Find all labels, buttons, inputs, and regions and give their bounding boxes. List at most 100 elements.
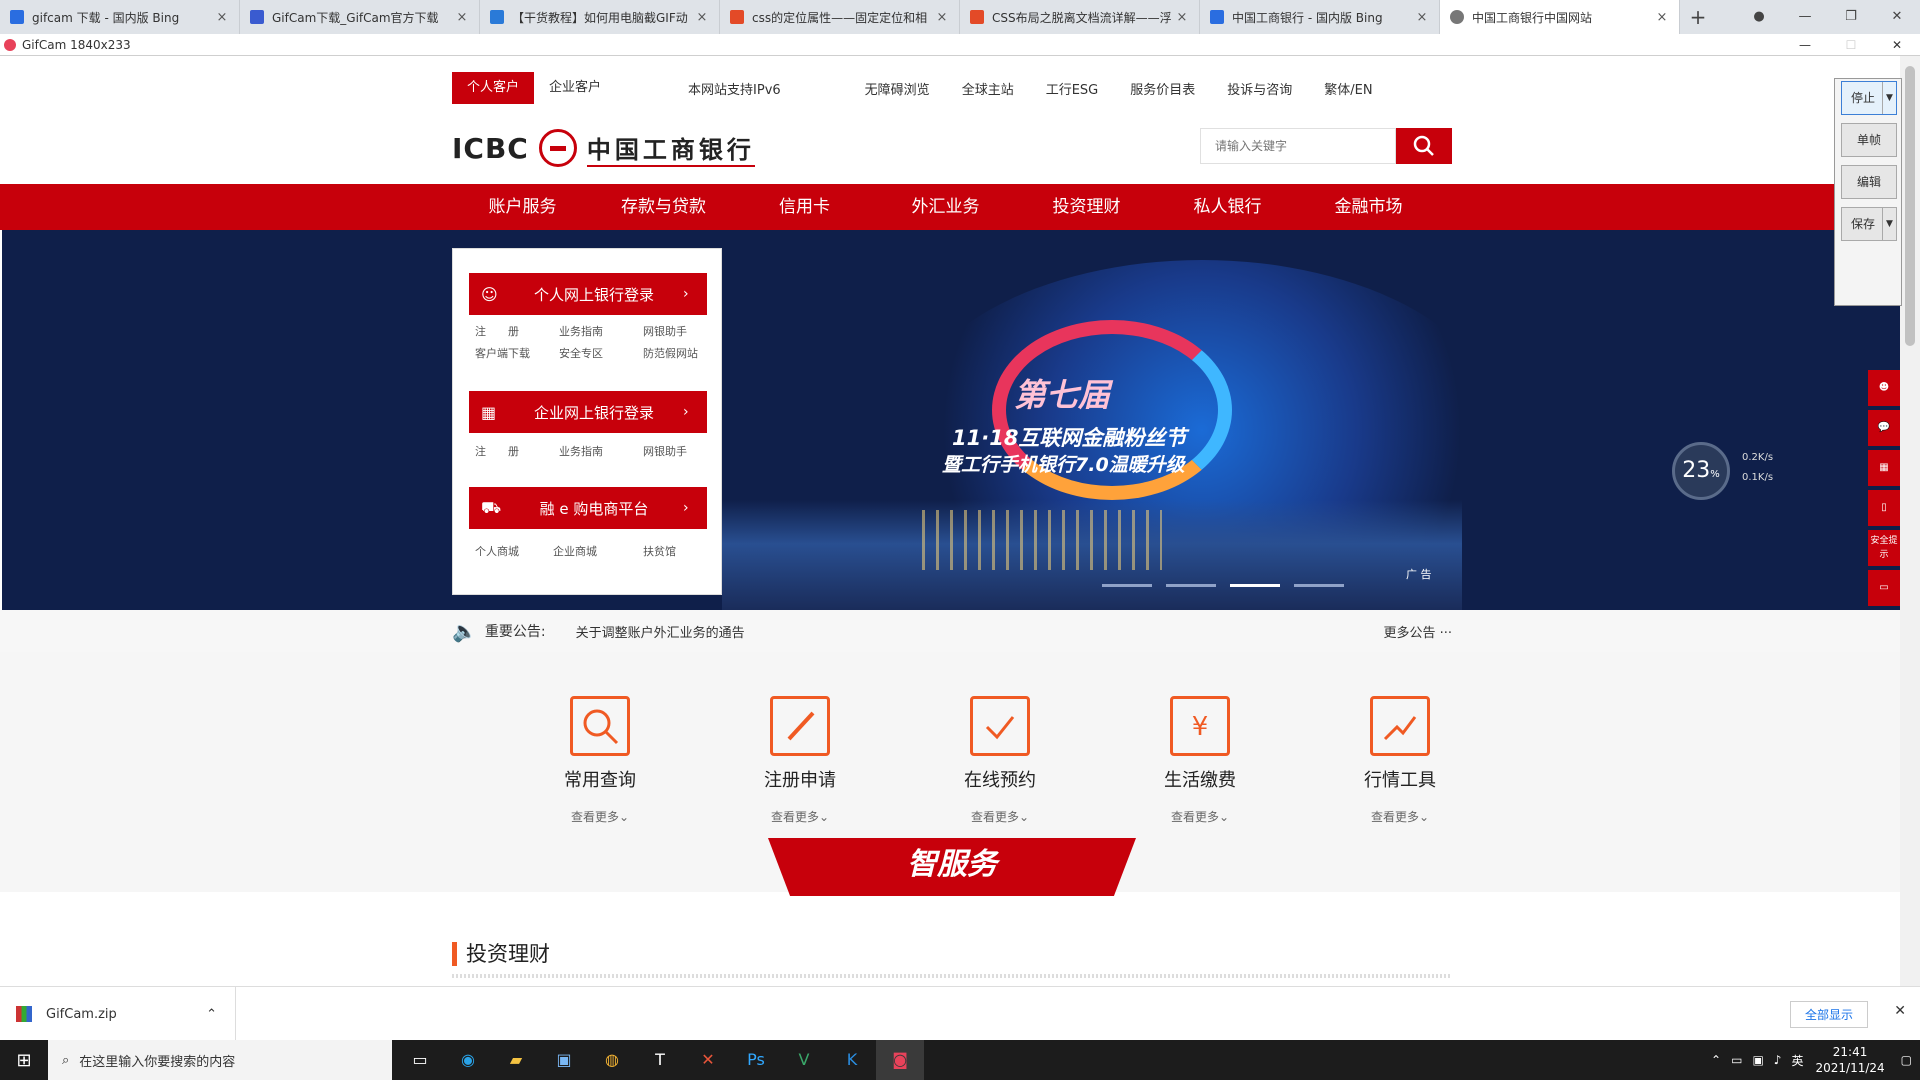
- esg-link[interactable]: 工行ESG: [1046, 79, 1099, 98]
- nav-investment[interactable]: 投资理财: [1016, 184, 1157, 230]
- guide-link[interactable]: 业务指南: [559, 441, 643, 463]
- icbc-logo[interactable]: ICBC 中国工商银行: [452, 126, 755, 170]
- single-frame-button[interactable]: 单帧: [1841, 123, 1897, 157]
- service-register[interactable]: 注册申请 查看更多⌄: [700, 696, 900, 825]
- maximize-icon[interactable]: ☐: [1828, 34, 1874, 56]
- browser-tab[interactable]: css的定位属性——固定定位和相 ×: [720, 0, 960, 34]
- notification-icon[interactable]: ▢: [1901, 1053, 1912, 1067]
- price-list-link[interactable]: 服务价目表: [1130, 79, 1195, 98]
- nav-deposits-loans[interactable]: 存款与贷款: [593, 184, 734, 230]
- close-tab-icon[interactable]: ×: [455, 10, 469, 25]
- corporate-mall-link[interactable]: 企业商城: [553, 541, 643, 563]
- restore-icon[interactable]: ❐: [1828, 0, 1874, 34]
- service-query[interactable]: 常用查询 查看更多⌄: [500, 696, 700, 825]
- service-bill-payment[interactable]: ¥ 生活缴费 查看更多⌄: [1100, 696, 1300, 825]
- mobile-icon[interactable]: ▯: [1868, 490, 1900, 526]
- qr-code-icon[interactable]: ▦: [1868, 450, 1900, 486]
- chrome-icon[interactable]: ◍: [588, 1040, 636, 1080]
- poverty-relief-link[interactable]: 扶贫馆: [643, 541, 703, 563]
- typora-icon[interactable]: T: [636, 1040, 684, 1080]
- minimize-icon[interactable]: —: [1782, 34, 1828, 56]
- nav-forex[interactable]: 外汇业务: [875, 184, 1016, 230]
- page-scrollbar[interactable]: [1900, 56, 1920, 986]
- close-tab-icon[interactable]: ×: [215, 10, 229, 25]
- photoshop-icon[interactable]: Ps: [732, 1040, 780, 1080]
- client-download-link[interactable]: 客户端下载: [475, 343, 559, 365]
- kugou-icon[interactable]: K: [828, 1040, 876, 1080]
- volume-icon[interactable]: ♪: [1774, 1053, 1782, 1067]
- computer-icon[interactable]: ▣: [540, 1040, 588, 1080]
- chevron-up-icon[interactable]: ⌃: [1711, 1053, 1721, 1067]
- guide-link[interactable]: 业务指南: [559, 321, 643, 343]
- robot-assistant-icon[interactable]: ☻: [1868, 370, 1900, 406]
- browser-tab-active[interactable]: 中国工商银行中国网站 ×: [1440, 0, 1680, 34]
- ebank-helper-link[interactable]: 网银助手: [643, 441, 705, 463]
- search-button[interactable]: [1396, 128, 1452, 164]
- see-more-link[interactable]: 查看更多⌄: [900, 808, 1100, 825]
- ipv6-link[interactable]: 本网站支持IPv6: [688, 79, 781, 98]
- e-shop-button[interactable]: ⛟ 融 e 购电商平台 ›: [469, 487, 707, 529]
- security-zone-link[interactable]: 安全专区: [559, 343, 643, 365]
- browser-tab[interactable]: 中国工商银行 - 国内版 Bing ×: [1200, 0, 1440, 34]
- anti-phishing-link[interactable]: 防范假网站: [643, 343, 705, 365]
- see-more-link[interactable]: 查看更多⌄: [1100, 808, 1300, 825]
- carousel-dot[interactable]: [1294, 584, 1344, 587]
- nav-credit-card[interactable]: 信用卡: [734, 184, 875, 230]
- carousel-dot[interactable]: [1102, 584, 1152, 587]
- search-input[interactable]: [1200, 128, 1396, 164]
- service-appointment[interactable]: 在线预约 查看更多⌄: [900, 696, 1100, 825]
- close-tab-icon[interactable]: ×: [935, 10, 949, 25]
- xmind-icon[interactable]: ✕: [684, 1040, 732, 1080]
- taskbar-search[interactable]: ⌕ 在这里输入你要搜索的内容: [48, 1040, 392, 1080]
- tab-personal-customer[interactable]: 个人客户: [452, 72, 535, 104]
- ime-indicator[interactable]: 英: [1791, 1052, 1803, 1069]
- smart-service-banner[interactable]: 智服务: [768, 838, 1136, 896]
- corporate-ebank-login-button[interactable]: ▦ 企业网上银行登录 ›: [469, 391, 707, 433]
- clock[interactable]: 21:41 2021/11/24: [1815, 1044, 1884, 1076]
- chat-icon[interactable]: 💬: [1868, 410, 1900, 446]
- new-tab-button[interactable]: +: [1680, 0, 1716, 34]
- service-market-tools[interactable]: 行情工具 查看更多⌄: [1300, 696, 1500, 825]
- edit-button[interactable]: 编辑: [1841, 165, 1897, 199]
- close-tab-icon[interactable]: ×: [1175, 10, 1189, 25]
- close-tab-icon[interactable]: ×: [1415, 10, 1429, 25]
- accessibility-link[interactable]: 无障碍浏览: [865, 79, 930, 98]
- carousel-dot-active[interactable]: [1230, 584, 1280, 587]
- see-more-link[interactable]: 查看更多⌄: [700, 808, 900, 825]
- close-downloads-icon[interactable]: ✕: [1894, 1003, 1906, 1019]
- nav-account-services[interactable]: 账户服务: [452, 184, 593, 230]
- close-tab-icon[interactable]: ×: [695, 10, 709, 25]
- download-item[interactable]: GifCam.zip ⌃: [16, 987, 236, 1041]
- network-icon[interactable]: ▣: [1752, 1053, 1763, 1067]
- close-window-icon[interactable]: ✕: [1874, 34, 1920, 56]
- carousel-dot[interactable]: [1166, 584, 1216, 587]
- dropdown-arrow-icon[interactable]: ▼: [1882, 82, 1896, 114]
- save-button[interactable]: 保存 ▼: [1841, 207, 1897, 241]
- nav-financial-market[interactable]: 金融市场: [1298, 184, 1439, 230]
- edge-icon[interactable]: ◉: [444, 1040, 492, 1080]
- close-window-icon[interactable]: ✕: [1874, 0, 1920, 34]
- task-view-icon[interactable]: ▭: [396, 1040, 444, 1080]
- browser-tab[interactable]: GifCam下载_GifCam官方下载 ×: [240, 0, 480, 34]
- battery-icon[interactable]: ▭: [1731, 1053, 1742, 1067]
- nav-private-banking[interactable]: 私人银行: [1157, 184, 1298, 230]
- chevron-up-icon[interactable]: ⌃: [206, 1007, 217, 1022]
- profile-icon[interactable]: ●: [1736, 0, 1782, 34]
- personal-mall-link[interactable]: 个人商城: [475, 541, 553, 563]
- tab-corporate-customer[interactable]: 企业客户: [534, 72, 616, 104]
- browser-tab[interactable]: 【干货教程】如何用电脑截GIF动 ×: [480, 0, 720, 34]
- stop-button[interactable]: 停止 ▼: [1841, 81, 1897, 115]
- browser-tab[interactable]: gifcam 下载 - 国内版 Bing ×: [0, 0, 240, 34]
- complaint-link[interactable]: 投诉与咨询: [1227, 79, 1292, 98]
- global-site-link[interactable]: 全球主站: [962, 79, 1014, 98]
- minimize-icon[interactable]: —: [1782, 0, 1828, 34]
- notice-link[interactable]: 关于调整账户外汇业务的通告: [576, 622, 745, 641]
- start-button[interactable]: ⊞: [0, 1040, 48, 1080]
- gifcam-taskbar-icon[interactable]: ◙: [876, 1040, 924, 1080]
- language-link[interactable]: 繁体/EN: [1324, 79, 1372, 98]
- register-link[interactable]: 注 册: [475, 441, 559, 463]
- personal-ebank-login-button[interactable]: ☺ 个人网上银行登录 ›: [469, 273, 707, 315]
- file-explorer-icon[interactable]: ▰: [492, 1040, 540, 1080]
- scrollbar-thumb[interactable]: [1905, 66, 1915, 346]
- tv-icon[interactable]: ▭: [1868, 570, 1900, 606]
